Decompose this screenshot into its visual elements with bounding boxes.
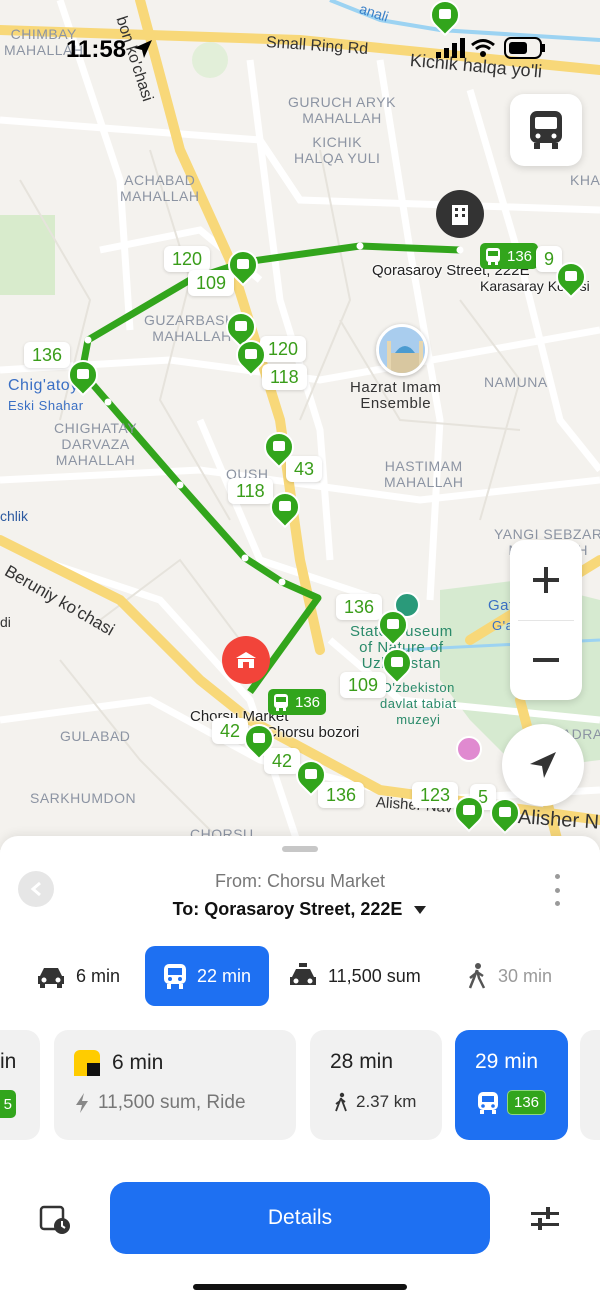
route-number-136: 136: [336, 594, 383, 620]
route-number-120: 120: [260, 336, 307, 362]
route-chip-top-number: 136: [507, 247, 533, 265]
bus-icon: [274, 694, 288, 711]
sheet-grab-handle[interactable]: [282, 846, 318, 852]
route-card-walk-sub: 2.37 km: [356, 1092, 417, 1111]
route-chip-chorsu[interactable]: 136: [268, 689, 327, 715]
map-view[interactable]: CHIMBAY MAHALLAH GURUCH ARYK MAHALLAH KICH…: [0, 0, 600, 850]
route-chip-top[interactable]: 136: [480, 243, 539, 269]
status-bar: 11:58: [0, 0, 600, 90]
ferris-wheel-icon[interactable]: [456, 736, 482, 762]
origin-market-icon[interactable]: [222, 636, 270, 684]
sliders-icon: [531, 1207, 559, 1230]
status-time: 11:58: [66, 36, 127, 63]
taxi-icon: [290, 963, 316, 985]
tab-transit-label: 22 min: [197, 965, 252, 986]
route-card-taxi-sub: 11,500 sum, Ride: [98, 1092, 246, 1113]
district-guruch-aryk: GURUCH ARYK MAHALLAH: [288, 94, 396, 126]
tab-car[interactable]: 6 min: [36, 946, 120, 1006]
transit-layer-button[interactable]: [510, 94, 582, 166]
zoom-control: [510, 540, 582, 700]
bus-icon: [164, 964, 186, 989]
route-number-123: 123: [412, 782, 459, 808]
route-number-136: 136: [318, 782, 365, 808]
district-kha: KHA: [570, 172, 600, 188]
bus-icon: [486, 248, 500, 265]
plus-icon: [533, 566, 559, 593]
route-sheet: From: Chorsu Market To: Qorasaroy Street…: [0, 836, 600, 1304]
details-button[interactable]: Details: [110, 1182, 490, 1254]
yandex-go-icon: [74, 1050, 100, 1076]
route-chip-chorsu-number: 136: [295, 693, 321, 711]
route-card-bus[interactable]: 29 min 136: [455, 1030, 568, 1140]
battery-icon: [504, 37, 545, 59]
schedule-icon: [39, 1205, 70, 1234]
route-badge: 5: [0, 1090, 16, 1118]
district-namuna: NAMUNA: [484, 374, 548, 390]
route-number-43: 43: [286, 456, 323, 482]
wifi-icon: [471, 39, 495, 57]
minus-icon: [533, 658, 559, 663]
route-card-partial[interactable]: in 5: [0, 1030, 40, 1140]
museum-uz-label: O'zbekiston davlat tabiat muzeyi: [380, 680, 457, 727]
route-from[interactable]: From: Chorsu Market: [0, 871, 600, 892]
route-card-bus-title: 29 min: [475, 1050, 539, 1073]
chevron-down-icon: [414, 906, 427, 914]
route-to-label: To: Qorasaroy Street, 222E: [172, 899, 403, 919]
tab-taxi-label: 11,500 sum: [328, 965, 421, 986]
route-badge-136: 136: [507, 1090, 547, 1115]
district-kichik-halqa: KICHIK HALQA YULI: [294, 134, 381, 166]
route-card-taxi[interactable]: 6 min 11,500 sum, Ride: [54, 1030, 296, 1140]
tab-walk-label: 30 min: [498, 965, 553, 986]
fade-edge: [592, 946, 600, 1006]
hazrat-imam-icon[interactable]: [376, 324, 428, 376]
navigation-arrow-icon: [530, 752, 556, 778]
route-card-walk[interactable]: 28 min 2.37 km: [310, 1030, 442, 1140]
chorsu-bozori-label: Chorsu bozori: [266, 724, 360, 741]
district-chighatay: CHIGHATAY DARVAZA MAHALLAH: [54, 420, 138, 468]
route-options: in 5 6 min 11,500 sum, Ride 28 min 2.37 …: [0, 1030, 600, 1142]
route-to[interactable]: To: Qorasaroy Street, 222E: [0, 899, 600, 920]
more-options-button[interactable]: [548, 874, 566, 906]
street-di: di: [0, 614, 11, 630]
tab-transit[interactable]: 22 min: [145, 946, 270, 1006]
signal-icon: [436, 38, 465, 58]
district-gulabad: GULABAD: [60, 728, 131, 744]
district-hastimam: HASTIMAM MAHALLAH: [384, 458, 464, 490]
route-number-109: 109: [188, 270, 235, 296]
bus-icon: [478, 1091, 498, 1114]
zoom-in-button[interactable]: [510, 540, 582, 620]
destination-building-icon[interactable]: [436, 190, 484, 238]
tab-taxi[interactable]: 11,500 sum: [288, 946, 421, 1006]
tab-walk[interactable]: 30 min: [466, 946, 552, 1006]
hazrat-imam-label: Hazrat Imam Ensemble: [350, 379, 442, 412]
bus-icon: [530, 111, 562, 149]
district-sarkhumdon: SARKHUMDON: [30, 790, 137, 806]
walking-icon: [468, 963, 486, 989]
route-card-walk-title: 28 min: [330, 1050, 394, 1073]
my-location-button[interactable]: [502, 724, 584, 806]
route-number-120: 120: [164, 246, 211, 272]
route-number-42: 42: [264, 748, 301, 774]
location-arrow-icon: [134, 40, 152, 58]
eski-shahar-label: Eski Shahar: [8, 398, 84, 413]
route-settings-button[interactable]: [528, 1202, 562, 1236]
lightning-icon: [76, 1093, 88, 1113]
route-number-118: 118: [228, 478, 273, 504]
route-card-next[interactable]: [580, 1030, 600, 1140]
home-indicator[interactable]: [193, 1284, 407, 1290]
route-number-136: 136: [24, 342, 71, 368]
route-number-118: 118: [262, 364, 307, 390]
zoom-out-button[interactable]: [510, 621, 582, 701]
district-achabad: ACHABAD MAHALLAH: [120, 172, 200, 204]
route-number-109: 109: [340, 672, 387, 698]
car-icon: [38, 968, 64, 988]
tab-car-label: 6 min: [76, 965, 121, 986]
street-chlik: chlik: [0, 508, 29, 524]
route-card-taxi-title: 6 min: [112, 1051, 164, 1074]
route-card-partial-title: in: [0, 1050, 17, 1073]
walking-icon: [335, 1092, 347, 1112]
transport-mode-tabs: 6 min 22 min 11,500 sum 30 min: [0, 946, 600, 1006]
schedule-button[interactable]: [38, 1202, 72, 1236]
